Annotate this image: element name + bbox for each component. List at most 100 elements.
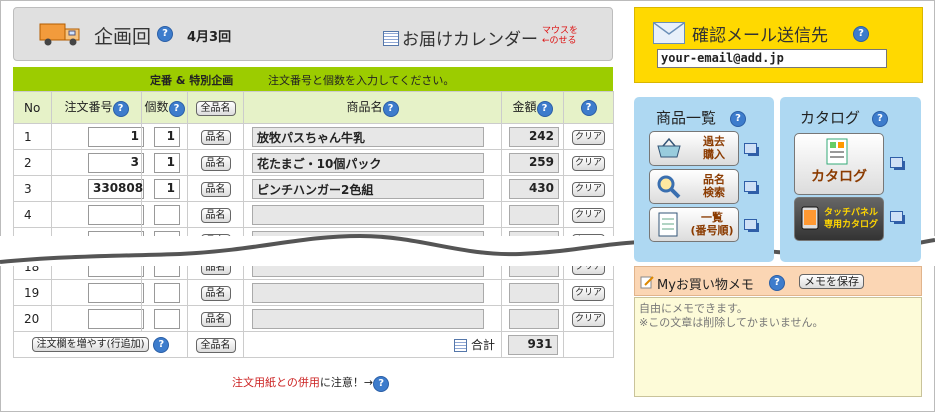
open-window-icon[interactable] [744,181,757,192]
help-icon[interactable]: ? [382,101,399,117]
shopping-memo: Myお買い物メモ ? メモを保存 自由にメモできます。 ※この文章は削除してかま… [634,266,922,397]
clear-cell: クリア [563,149,614,176]
hint-line-2: ←のせる [542,36,577,46]
product-name-field [252,204,484,225]
help-icon[interactable]: ? [536,101,553,117]
clear-cell: クリア [563,279,614,306]
amount-cell [501,279,564,306]
header-bar: 企画回 ? 4月3回 お届けカレンダー マウスを ←のせる [13,7,613,61]
qty-input[interactable]: 1 [154,126,180,147]
memo-header: Myお買い物メモ ? メモを保存 [634,266,922,296]
memo-text-line2: ※この文章は削除してかまいません。 [639,316,824,329]
all-names-button[interactable]: 全品名 [195,100,236,116]
qty-input[interactable]: 1 [154,178,180,199]
delivery-calendar-link[interactable]: お届けカレンダー [402,25,538,50]
help-icon[interactable]: ? [769,275,785,291]
truck-icon [39,23,80,46]
product-name-button[interactable]: 品名 [200,181,231,197]
clear-button[interactable]: クリア [571,182,605,197]
past-purchase-line1: 過去 [703,135,725,148]
col-no: No [13,91,52,124]
row-number: 20 [13,305,52,332]
help-icon[interactable]: ? [168,101,185,117]
clear-button[interactable]: クリア [571,312,605,327]
catalog-button-label: カタログ [811,169,867,185]
table-row: 4 品名 クリア [13,201,614,228]
touch-panel-line2: 専用カタログ [823,220,878,230]
help-icon[interactable]: ? [153,337,170,353]
note-red-text: 注文用紙との併用 [232,376,320,389]
amount-field: 259 [509,152,559,173]
email-field[interactable]: your-email@add.jp [657,49,887,68]
tablet-icon [801,206,819,230]
footer-empty-cell [563,331,614,358]
clear-button[interactable]: クリア [571,208,605,223]
order-no-cell [51,201,144,228]
memo-textarea[interactable]: 自由にメモできます。 ※この文章は削除してかまいません。 [634,297,922,397]
total-label: 合計 [470,338,495,352]
order-no-input[interactable]: 330808 [88,178,144,199]
help-icon[interactable]: ? [730,111,746,127]
memo-title: Myお買い物メモ [657,278,754,293]
past-purchase-line2: 購入 [703,148,725,161]
amount-cell: 430 [501,175,564,202]
open-window-icon[interactable] [890,211,903,222]
open-window-icon[interactable] [744,143,757,154]
help-icon[interactable]: ? [853,26,869,42]
order-no-input[interactable]: 3 [88,152,144,173]
qty-input[interactable]: 1 [154,152,180,173]
name-search-button[interactable]: 品名 検索 [649,169,739,204]
open-window-icon[interactable] [744,219,757,230]
product-name-button[interactable]: 品名 [200,155,231,171]
order-no-cell: 3 [51,149,144,176]
help-icon[interactable]: ? [157,26,173,42]
help-icon[interactable]: ? [373,376,390,392]
open-window-icon[interactable] [890,157,903,168]
mail-title: 確認メール送信先 [692,26,828,46]
name-button-cell: 品名 [187,123,244,150]
qty-input[interactable] [154,204,180,225]
help-icon[interactable]: ? [580,100,597,116]
order-no-input[interactable] [88,282,144,303]
catalog-button[interactable]: カタログ [794,133,884,195]
save-memo-button[interactable]: メモを保存 [799,274,864,289]
clear-button[interactable]: クリア [571,156,605,171]
add-rows-button[interactable]: 注文欄を増やす(行追加) [31,337,150,352]
amount-cell: 259 [501,149,564,176]
catalog-book-icon [826,138,848,165]
qty-input[interactable] [154,282,180,303]
calendar-icon[interactable] [383,31,399,46]
product-name-button[interactable]: 品名 [200,311,231,327]
footer-all-names-button[interactable]: 全品名 [195,337,236,353]
list-line2: (番号順) [690,224,734,237]
total-cell: 931 [501,331,564,358]
product-name-button[interactable]: 品名 [200,285,231,301]
name-button-cell: 品名 [187,279,244,306]
product-name-button[interactable]: 品名 [200,207,231,223]
order-table: No 注文番号? 個数? 全品名 商品名? 金額? ? 1 1 1 品名 放牧パスちゃん… [13,91,614,358]
help-icon[interactable]: ? [112,101,129,117]
qty-input[interactable] [154,308,180,329]
clear-button[interactable]: クリア [571,286,605,301]
help-icon[interactable]: ? [872,111,888,127]
name-search-line1: 品名 [703,173,725,186]
amount-field: 242 [509,126,559,147]
product-name-field [252,282,484,303]
clear-button[interactable]: クリア [571,130,605,145]
order-no-input[interactable]: 1 [88,126,144,147]
table-footer-row: 注文欄を増やす(行追加) ? 全品名 合計 931 [13,331,614,358]
footer-all-names-cell: 全品名 [187,331,244,358]
product-name-field [252,308,484,329]
document-list-icon [658,212,678,237]
clear-cell: クリア [563,123,614,150]
product-name-button[interactable]: 品名 [200,129,231,145]
order-no-cell [51,305,144,332]
list-by-number-button[interactable]: 一覧 (番号順) [649,207,739,242]
order-no-input[interactable] [88,204,144,225]
order-no-input[interactable] [88,308,144,329]
past-purchase-button[interactable]: 過去 購入 [649,131,739,166]
touch-panel-catalog-button[interactable]: タッチパネル 専用カタログ [794,197,884,241]
product-name-cell [243,201,502,228]
clear-cell: クリア [563,175,614,202]
name-search-line2: 検索 [703,186,725,199]
